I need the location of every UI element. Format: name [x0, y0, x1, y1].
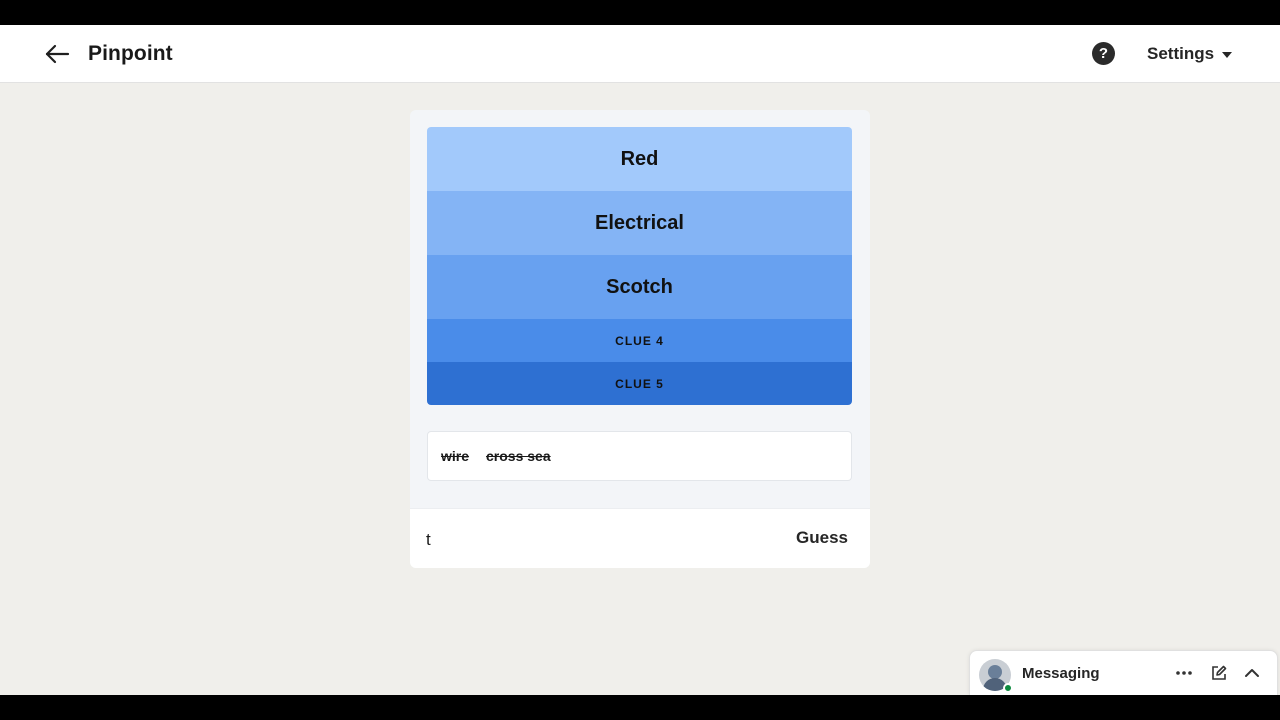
guess-button[interactable]: Guess	[796, 528, 848, 548]
caret-down-icon	[1222, 52, 1233, 58]
settings-dropdown[interactable]: Settings	[1147, 44, 1233, 64]
expand-button[interactable]	[1242, 663, 1262, 683]
wrong-guess-list: wire cross sea	[427, 431, 852, 481]
compose-icon	[1212, 665, 1227, 680]
chevron-up-icon	[1245, 669, 1259, 677]
page-title: Pinpoint	[88, 42, 173, 65]
guess-input[interactable]	[426, 527, 766, 553]
clue-5-hidden: CLUE 5	[427, 362, 852, 405]
online-status-icon	[1003, 683, 1013, 693]
arrow-left-icon	[45, 44, 70, 64]
app-screen: Pinpoint ? Settings Red Electrical Scotc…	[0, 25, 1280, 695]
guess-bar: Guess	[410, 508, 870, 568]
compose-button[interactable]	[1209, 663, 1229, 683]
wrong-guess-item: wire	[441, 448, 470, 464]
clue-1: Red	[427, 127, 852, 191]
top-header: Pinpoint ? Settings	[0, 25, 1280, 83]
clue-4-hidden: CLUE 4	[427, 319, 852, 362]
more-options-button[interactable]	[1174, 663, 1194, 683]
clue-3: Scotch	[427, 255, 852, 319]
messaging-label: Messaging	[1022, 665, 1100, 682]
more-icon	[1176, 671, 1192, 675]
messaging-bar[interactable]: Messaging	[969, 650, 1278, 695]
clue-2: Electrical	[427, 191, 852, 255]
wrong-guess-item: cross sea	[486, 448, 551, 464]
settings-label: Settings	[1147, 44, 1215, 63]
back-button[interactable]	[42, 41, 72, 67]
help-button[interactable]: ?	[1092, 42, 1115, 65]
game-card: Red Electrical Scotch CLUE 4 CLUE 5 wire…	[410, 110, 870, 568]
clue-stack: Red Electrical Scotch CLUE 4 CLUE 5	[427, 127, 852, 405]
question-mark-icon: ?	[1098, 45, 1109, 62]
